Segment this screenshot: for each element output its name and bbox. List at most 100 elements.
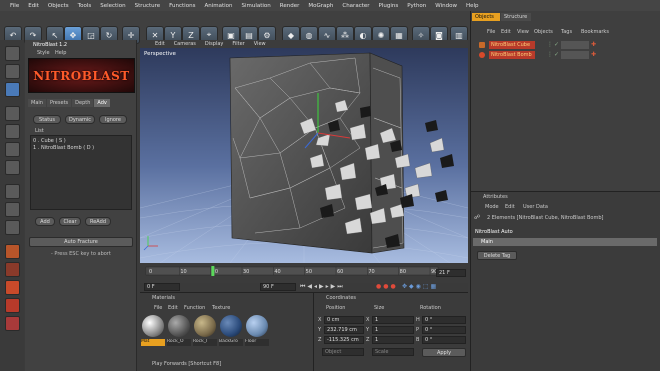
tab-structure[interactable]: Structure (501, 13, 531, 21)
coord-mode-dropdown[interactable]: Object (322, 348, 364, 356)
ignore-button[interactable]: Ignore (99, 115, 127, 124)
record-keys-icon[interactable]: ●●● (376, 283, 398, 290)
menu-window[interactable]: Window (435, 3, 457, 9)
sculpt-icon[interactable] (5, 220, 20, 235)
rot-p-field[interactable]: 0 ° (422, 326, 466, 334)
delete-tag-button[interactable]: Delete Tag (477, 251, 517, 260)
plugin-menu-help[interactable]: Help (55, 50, 66, 56)
attr-menu-edit[interactable]: Edit (505, 204, 515, 210)
add-button[interactable]: Add (35, 217, 55, 226)
playhead[interactable] (211, 266, 215, 276)
mat-menu-texture[interactable]: Texture (212, 305, 230, 311)
menu-help[interactable]: Help (466, 3, 479, 9)
tab-adv[interactable]: Adv (94, 99, 110, 107)
material-swatch[interactable] (142, 315, 164, 337)
pos-x-field[interactable]: 0 cm (324, 316, 364, 324)
timeline[interactable]: 0 10 20 30 40 50 60 70 80 90 21 F (140, 263, 468, 283)
rot-b-field[interactable]: 0 ° (422, 336, 466, 344)
end-frame-field[interactable]: 90 F (260, 283, 296, 291)
debris-icon[interactable] (5, 316, 20, 331)
model-mode-icon[interactable] (5, 46, 20, 61)
material-swatch[interactable] (220, 315, 242, 337)
uv-mode-icon[interactable] (5, 160, 20, 175)
polygons-mode-icon[interactable] (5, 142, 20, 157)
nitro-tag-icon[interactable]: ✚ (591, 41, 596, 48)
menu-selection[interactable]: Selection (100, 3, 125, 9)
menu-python[interactable]: Python (407, 3, 426, 9)
bomb-icon[interactable] (5, 262, 20, 277)
material-swatch[interactable] (246, 315, 268, 337)
auto-fracture-button[interactable]: Auto Fracture (29, 237, 133, 247)
list-item[interactable]: 1 . NitroBlast Bomb ( D ) (33, 145, 129, 152)
tags-icon[interactable] (561, 41, 589, 49)
perspective-viewport[interactable]: Perspective (140, 48, 468, 263)
menu-objects[interactable]: Objects (48, 3, 69, 9)
apply-button[interactable]: Apply (422, 348, 466, 357)
edges-mode-icon[interactable] (5, 124, 20, 139)
points-mode-icon[interactable] (5, 106, 20, 121)
nitro-tag-icon[interactable]: ✚ (591, 51, 596, 58)
viewport-menu-display[interactable]: Display (205, 41, 223, 47)
menu-file[interactable]: File (10, 3, 19, 9)
object-list[interactable]: 0 . Cube ( S ) 1 . NitroBlast Bomb ( D ) (30, 135, 132, 210)
mat-menu-edit[interactable]: Edit (168, 305, 178, 311)
current-frame-field[interactable]: 21 F (436, 269, 466, 277)
obj-menu-bookmarks[interactable]: Bookmarks (581, 29, 609, 35)
size-mode-dropdown[interactable]: Scale (372, 348, 414, 356)
list-item[interactable]: 0 . Cube ( S ) (33, 138, 129, 145)
rot-h-field[interactable]: 0 ° (422, 316, 466, 324)
mat-menu-function[interactable]: Function (184, 305, 205, 311)
plugin-menu-style[interactable]: Style (37, 50, 50, 56)
menu-edit[interactable]: Edit (28, 3, 39, 9)
tags-icon[interactable] (561, 51, 589, 59)
tab-presets[interactable]: Presets (46, 99, 72, 107)
obj-menu-edit[interactable]: Edit (501, 29, 511, 35)
attr-menu-userdata[interactable]: User Data (523, 204, 548, 210)
obj-menu-tags[interactable]: Tags (561, 29, 572, 35)
size-y-field[interactable]: 1 (372, 326, 414, 334)
status-button[interactable]: Status (33, 115, 61, 124)
attr-menu-mode[interactable]: Mode (485, 204, 499, 210)
texture-mode-icon[interactable] (5, 64, 20, 79)
material-swatch[interactable] (194, 315, 216, 337)
workplane-icon[interactable] (5, 202, 20, 217)
list-item[interactable]: NitroBlast Bomb ⋮✓ ✚ (475, 51, 659, 60)
list-item[interactable]: NitroBlast Cube ⋮✓ ✚ (475, 41, 659, 50)
menu-mograph[interactable]: MoGraph (308, 3, 333, 9)
tab-depth[interactable]: Depth (72, 99, 94, 107)
menu-simulation[interactable]: Simulation (241, 3, 270, 9)
menu-animation[interactable]: Animation (204, 3, 232, 9)
tab-main[interactable]: Main (473, 238, 657, 246)
material-swatch[interactable] (168, 315, 190, 337)
obj-menu-objects[interactable]: Objects (534, 29, 553, 35)
obj-menu-view[interactable]: View (517, 29, 529, 35)
start-frame-field[interactable]: 0 F (144, 283, 180, 291)
nitroblast-icon[interactable] (5, 244, 20, 259)
timeline-ruler[interactable]: 0 10 20 30 40 50 60 70 80 90 (140, 263, 468, 283)
visibility-icon[interactable]: ⋮✓ (547, 51, 560, 58)
viewport-menu-edit[interactable]: Edit (155, 41, 165, 47)
size-x-field[interactable]: 1 (372, 316, 414, 324)
explode-icon[interactable] (5, 280, 20, 295)
pos-y-field[interactable]: 232.719 cm (324, 326, 364, 334)
viewport-menu-cameras[interactable]: Cameras (174, 41, 196, 47)
object-axis-icon[interactable] (5, 82, 20, 97)
pos-z-field[interactable]: -115.325 cm (324, 336, 364, 344)
obj-menu-file[interactable]: File (487, 29, 495, 35)
key-tools-icon[interactable]: ✥◆◉⬚▦ (402, 283, 438, 290)
tab-main[interactable]: Main (28, 99, 46, 107)
viewport-menu-view[interactable]: View (254, 41, 266, 47)
visibility-icon[interactable]: ⋮✓ (547, 41, 560, 48)
snap-icon[interactable] (5, 184, 20, 199)
readd-button[interactable]: ReAdd (85, 217, 111, 226)
tab-objects[interactable]: Objects (472, 13, 500, 21)
menu-render[interactable]: Render (280, 3, 300, 9)
viewport-menu-filter[interactable]: Filter (232, 41, 244, 47)
menu-plugins[interactable]: Plugins (379, 3, 399, 9)
transport-buttons[interactable]: ⏮◀◂▶▸▶⏭ (300, 283, 345, 291)
menu-character[interactable]: Character (342, 3, 369, 9)
menu-functions[interactable]: Functions (169, 3, 195, 9)
dynamic-button[interactable]: Dynamic (65, 115, 95, 124)
shatter-icon[interactable] (5, 298, 20, 313)
size-z-field[interactable]: 1 (372, 336, 414, 344)
